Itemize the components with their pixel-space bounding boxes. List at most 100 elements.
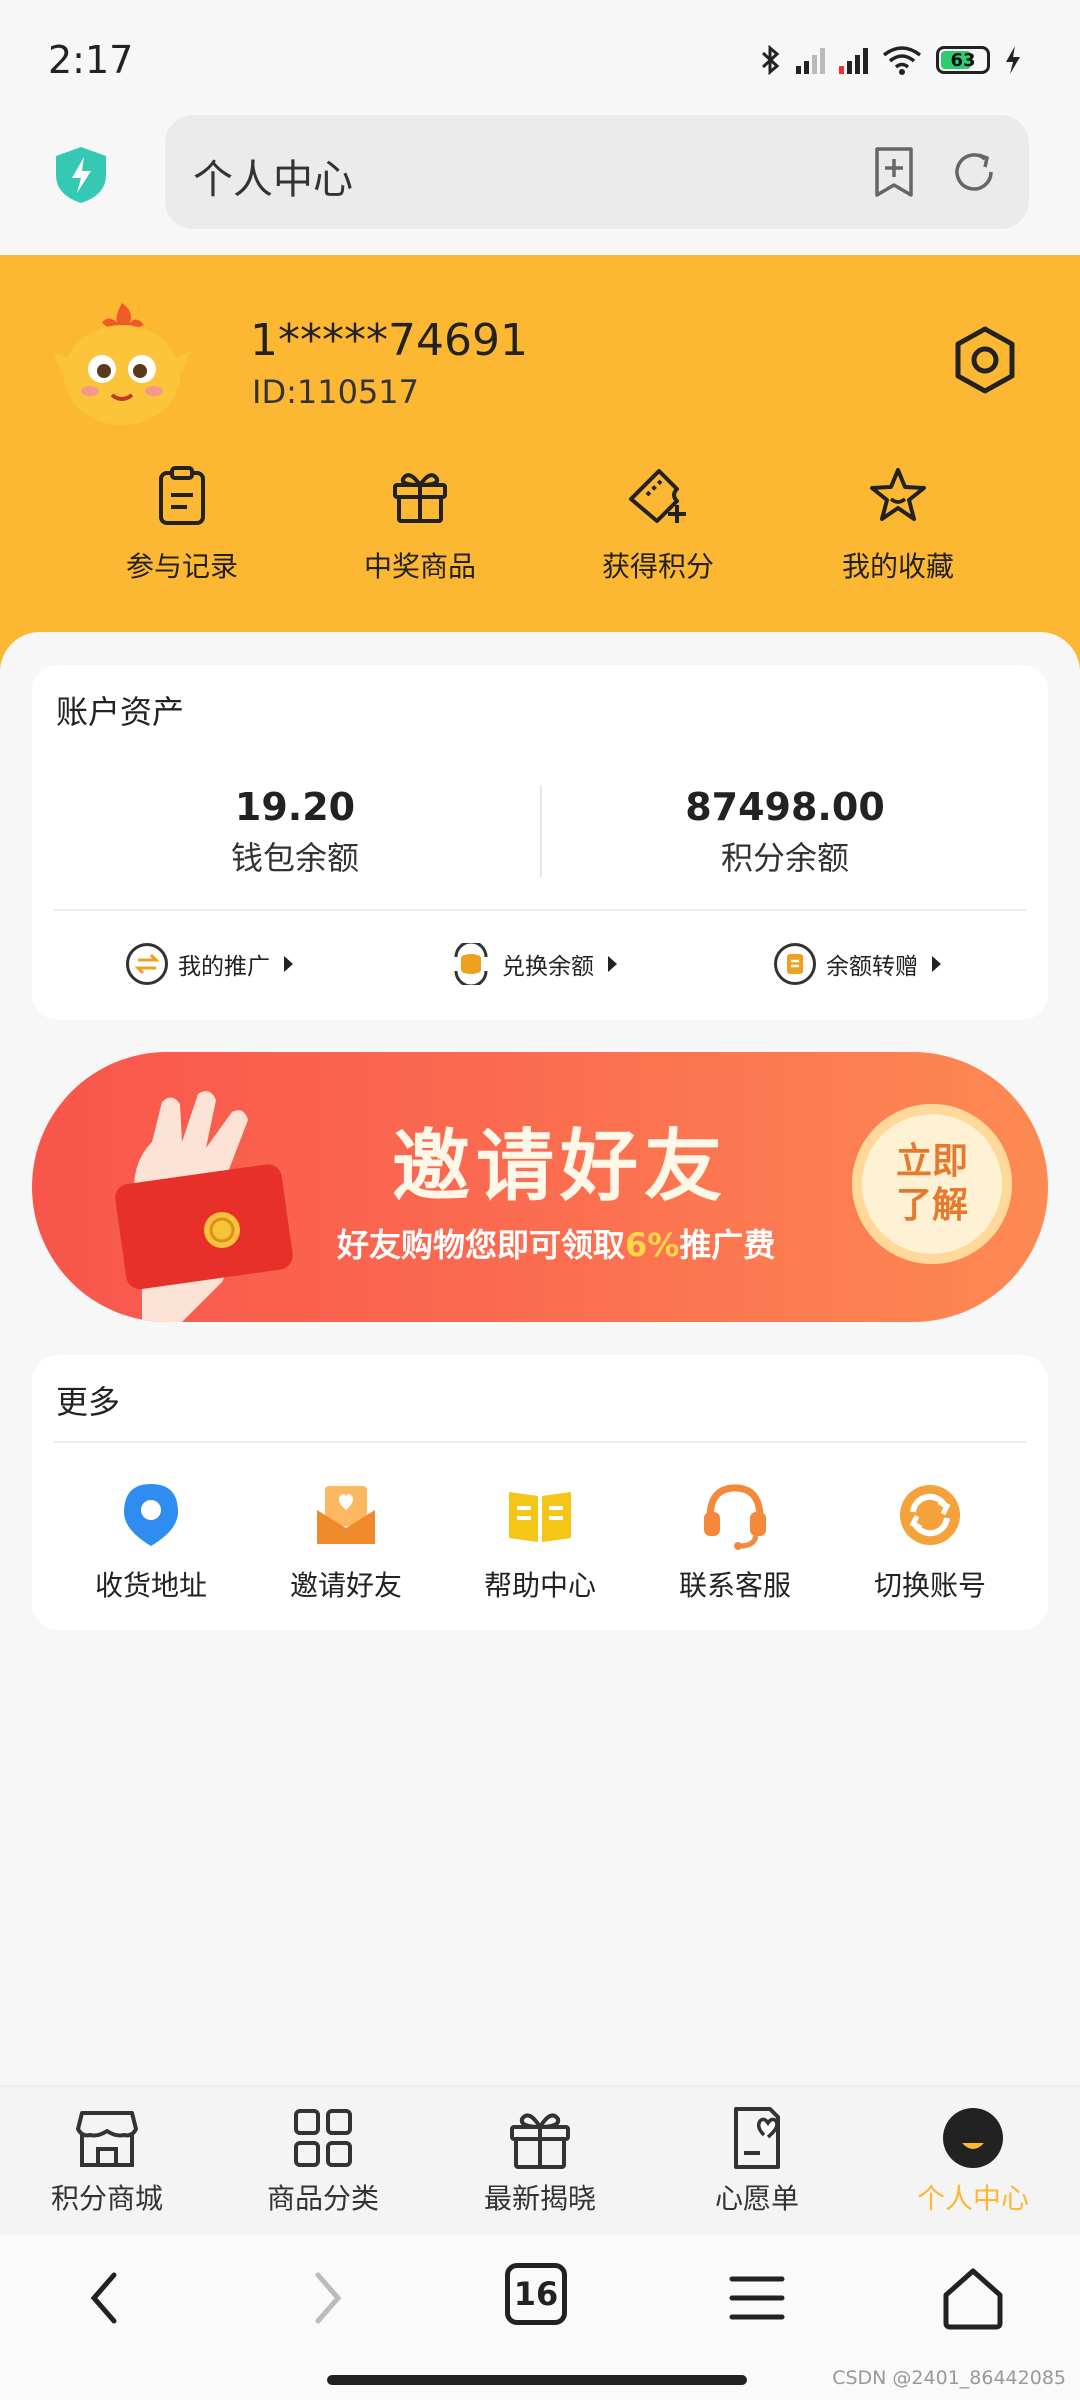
- assets-title: 账户资产: [56, 693, 185, 731]
- url-text[interactable]: 个人中心: [193, 147, 353, 205]
- my-promotion-link[interactable]: 我的推广: [126, 943, 293, 985]
- more-label: 帮助中心: [483, 1569, 596, 1602]
- divider: [54, 909, 1026, 911]
- banner-button-line2: 了解: [895, 1185, 968, 1226]
- banner-subtitle-pre: 好友购物您即可领取: [337, 1226, 626, 1264]
- quick-actions: 参与记录 中奖商品 获得积分 我的收藏: [0, 465, 1080, 595]
- coin-stack-icon: [450, 943, 492, 985]
- settings-icon[interactable]: [952, 325, 1018, 395]
- banner-subtitle-post: 推广费: [679, 1226, 776, 1264]
- link-label: 余额转赠: [826, 954, 918, 980]
- grid-icon: [294, 2109, 352, 2167]
- invite-envelope-icon: [317, 1486, 375, 1544]
- exchange-balance-link[interactable]: 兑换余额: [450, 943, 617, 985]
- points-balance[interactable]: 87498.00 积分余额: [540, 785, 1030, 879]
- more-switch-account[interactable]: 切换账号: [840, 1480, 1020, 1604]
- red-envelope-hand-icon: [115, 1091, 293, 1322]
- learn-more-button[interactable]: 立即 了解: [852, 1104, 1012, 1264]
- tab-label: 最新揭晓: [483, 2182, 596, 2215]
- signal-1-icon: [796, 46, 825, 74]
- quick-participation-records[interactable]: 参与记录: [92, 465, 272, 585]
- quick-label: 我的收藏: [841, 550, 954, 583]
- clipboard-icon: [159, 466, 205, 525]
- link-label: 我的推广: [178, 954, 270, 980]
- more-label: 联系客服: [678, 1569, 791, 1602]
- forward-icon[interactable]: [290, 2263, 360, 2333]
- bookmark-add-icon[interactable]: [867, 145, 921, 199]
- ticket-plus-icon: [629, 469, 686, 523]
- more-label: 切换账号: [873, 1569, 986, 1602]
- tab-personal-center[interactable]: 个人中心: [878, 2105, 1068, 2217]
- gift-box-icon: [510, 2113, 570, 2169]
- banner-subtitle: 好友购物您即可领取6%推广费: [337, 1220, 775, 1266]
- tab-latest-reveals[interactable]: 最新揭晓: [445, 2105, 635, 2217]
- tab-count: 16: [513, 2275, 559, 2313]
- watermark: CSDN @2401_86442085: [832, 2367, 1066, 2389]
- gift-icon: [393, 473, 447, 523]
- book-icon: [509, 1492, 571, 1542]
- tab-label: 个人中心: [916, 2182, 1029, 2215]
- profile-face-icon: [943, 2108, 1003, 2168]
- wallet-balance-value: 19.20: [234, 785, 356, 829]
- wallet-balance-label: 钱包余额: [230, 839, 359, 877]
- quick-label: 获得积分: [601, 550, 714, 583]
- tab-product-categories[interactable]: 商品分类: [228, 2105, 418, 2217]
- more-label: 收货地址: [94, 1569, 207, 1602]
- tab-label: 商品分类: [266, 2182, 379, 2215]
- profile-header: 1*****74691 ID:110517 参与记录 中奖商品 获得积分 我的收…: [0, 255, 1080, 675]
- wishlist-icon: [734, 2107, 780, 2169]
- browser-address-bar: 个人中心: [0, 115, 1080, 255]
- points-balance-label: 积分余额: [720, 839, 849, 877]
- wallet-balance[interactable]: 19.20 钱包余额: [50, 785, 540, 879]
- battery-level: 63: [950, 49, 976, 71]
- store-icon: [76, 2111, 138, 2167]
- avatar[interactable]: [50, 291, 195, 436]
- star-icon: [870, 468, 926, 521]
- exchange-icon: [126, 943, 168, 985]
- charging-icon: [1006, 46, 1020, 74]
- account-assets-card: 账户资产 19.20 钱包余额 87498.00 积分余额 我的推广 兑换余额 …: [32, 665, 1048, 1020]
- system-navigation-bar: 16 CSDN @2401_86442085: [0, 2235, 1080, 2400]
- tab-label: 心愿单: [714, 2182, 799, 2215]
- more-title: 更多: [56, 1383, 121, 1421]
- battery-icon: 63: [936, 46, 990, 74]
- more-invite-friends[interactable]: 邀请好友: [256, 1480, 436, 1604]
- menu-icon[interactable]: [722, 2263, 792, 2333]
- quick-label: 中奖商品: [363, 550, 476, 583]
- quick-earn-points[interactable]: 获得积分: [568, 465, 748, 585]
- transfer-balance-link[interactable]: 余额转赠: [774, 943, 941, 985]
- url-field[interactable]: 个人中心: [165, 115, 1029, 229]
- back-icon[interactable]: [72, 2263, 142, 2333]
- status-icons: 63: [760, 44, 1022, 76]
- signal-2-icon: [839, 46, 868, 74]
- status-time: 2:17: [48, 38, 134, 82]
- location-pin-icon: [124, 1484, 178, 1546]
- home-indicator[interactable]: [327, 2375, 747, 2385]
- banner-title: 邀请好友: [392, 1122, 729, 1212]
- quick-my-favorites[interactable]: 我的收藏: [808, 465, 988, 585]
- tab-points-mall[interactable]: 积分商城: [12, 2105, 202, 2217]
- home-icon[interactable]: [938, 2263, 1008, 2333]
- refresh-icon[interactable]: [947, 145, 1001, 199]
- bottom-tab-bar: 积分商城 商品分类 最新揭晓 心愿单 个人中心: [0, 2085, 1080, 2235]
- bluetooth-icon: [761, 44, 780, 76]
- banner-button-line1: 立即: [895, 1141, 968, 1182]
- more-label: 邀请好友: [289, 1569, 402, 1602]
- wifi-icon: [882, 46, 922, 75]
- switch-icon: [900, 1485, 960, 1545]
- points-balance-value: 87498.00: [685, 785, 885, 829]
- arrow-right-icon: [608, 956, 617, 972]
- more-services-card: 更多 收货地址 邀请好友 帮助中心 联系客服 切换账号: [32, 1355, 1048, 1630]
- more-help-center[interactable]: 帮助中心: [450, 1480, 630, 1604]
- gift-transfer-icon: [774, 943, 816, 985]
- more-customer-service[interactable]: 联系客服: [645, 1480, 825, 1604]
- more-shipping-address[interactable]: 收货地址: [61, 1480, 241, 1604]
- shield-icon[interactable]: [54, 145, 108, 205]
- tab-wishlist[interactable]: 心愿单: [662, 2105, 852, 2217]
- arrow-right-icon: [932, 956, 941, 972]
- quick-won-products[interactable]: 中奖商品: [330, 465, 510, 585]
- invite-friends-banner[interactable]: 邀请好友 好友购物您即可领取6%推广费 立即 了解: [32, 1052, 1048, 1322]
- user-phone: 1*****74691: [250, 315, 528, 366]
- divider: [54, 1441, 1026, 1443]
- tabs-count-button[interactable]: 16: [505, 2263, 567, 2325]
